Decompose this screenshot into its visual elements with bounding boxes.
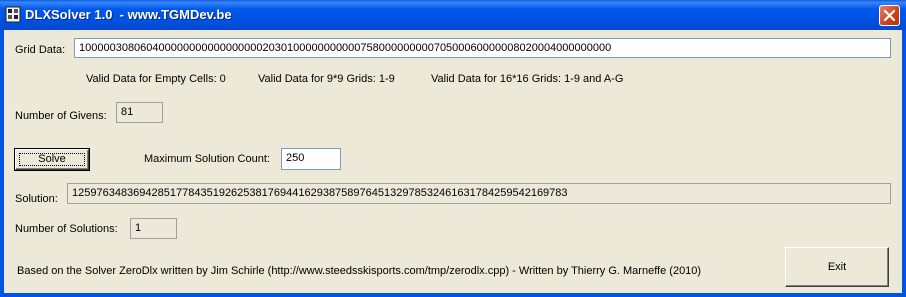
close-icon (883, 9, 896, 22)
exit-button[interactable]: Exit (785, 247, 889, 287)
grid-data-input[interactable]: 1000003080604000000000000000002030100000… (74, 38, 891, 58)
givens-count: 81 (116, 102, 163, 123)
hint-9x9: Valid Data for 9*9 Grids: 1-9 (258, 73, 395, 85)
app-window: DLXSolver 1.0 - www.TGMDev.be Grid Data:… (0, 0, 906, 297)
max-count-label: Maximum Solution Count: (144, 153, 270, 165)
hint-16x16: Valid Data for 16*16 Grids: 1-9 and A-G (431, 73, 624, 85)
solution-output: 1259763483694285177843519262538176944162… (67, 183, 891, 204)
max-count-input[interactable]: 250 (281, 148, 341, 170)
focus-rect (19, 153, 85, 166)
hint-empty-cells: Valid Data for Empty Cells: 0 (86, 73, 226, 85)
exit-button-label: Exit (827, 261, 847, 273)
givens-label: Number of Givens: (15, 110, 107, 122)
app-icon[interactable] (5, 6, 21, 23)
solution-label: Solution: (15, 193, 58, 205)
num-solutions-label: Number of Solutions: (15, 223, 118, 235)
grid-data-label: Grid Data: (15, 44, 66, 56)
dialog-body: Grid Data: 10000030806040000000000000000… (4, 30, 902, 293)
window-title: DLXSolver 1.0 - www.TGMDev.be (25, 7, 232, 22)
close-button[interactable] (879, 5, 900, 26)
num-solutions-count: 1 (130, 218, 177, 239)
credits-text: Based on the Solver ZeroDlx written by J… (17, 265, 702, 277)
title-bar[interactable]: DLXSolver 1.0 - www.TGMDev.be (0, 0, 906, 30)
solve-button[interactable]: Solve (14, 148, 90, 171)
